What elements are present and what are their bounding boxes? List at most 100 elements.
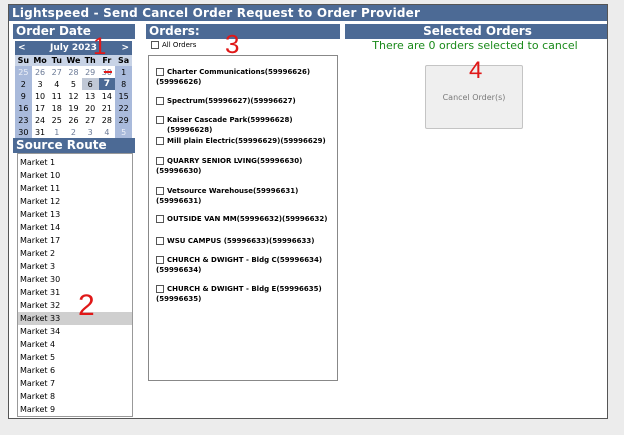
calendar-day[interactable]: 19 (65, 102, 82, 114)
calendar-day[interactable]: 27 (48, 66, 66, 78)
annotation-2: 2 (78, 289, 95, 322)
calendar-day[interactable]: 4 (98, 126, 116, 138)
order-item[interactable]: CHURCH & DWIGHT - Bldg C(59996634) (59996… (149, 255, 322, 275)
route-list-item[interactable]: Market 9 (18, 403, 132, 416)
calendar-day[interactable]: 1 (48, 126, 66, 138)
prev-month-button[interactable]: < (18, 41, 26, 55)
all-orders-option[interactable]: All Orders (151, 41, 196, 49)
calendar-day[interactable]: 24 (31, 114, 49, 126)
order-label: Mill plain Electric(59996629)(59996629) (167, 136, 326, 146)
order-item[interactable]: WSU CAMPUS (59996633)(59996633) (149, 236, 314, 246)
calendar-day[interactable]: 31 (31, 126, 49, 138)
order-label: CHURCH & DWIGHT - Bldg E(59996635) (59996… (156, 284, 322, 304)
route-list-item[interactable]: Market 5 (18, 351, 132, 364)
calendar-day[interactable]: 12 (65, 90, 82, 102)
order-item[interactable]: Spectrum(59996627)(59996627) (149, 96, 296, 106)
calendar-day[interactable]: 28 (98, 114, 116, 126)
all-orders-label: All Orders (162, 41, 197, 49)
order-item[interactable]: Vetsource Warehouse(59996631) (59996631) (149, 186, 298, 206)
calendar-day[interactable]: 28 (65, 66, 82, 78)
order-checkbox[interactable] (156, 215, 164, 223)
route-list-item[interactable]: Market 7 (18, 377, 132, 390)
order-label-line1: Mill plain Electric(59996629)(59996629) (167, 137, 326, 145)
calendar-day[interactable]: 14 (98, 90, 116, 102)
calendar-day[interactable]: 25 (48, 114, 66, 126)
calendar-day[interactable]: 1 (115, 66, 132, 78)
all-orders-checkbox[interactable] (151, 41, 159, 49)
calendar-day[interactable]: 9 (15, 90, 32, 102)
route-list-item[interactable]: Market 13 (18, 208, 132, 221)
calendar-day[interactable]: 4 (48, 78, 66, 90)
route-list-item[interactable]: Market 31 (18, 286, 132, 299)
calendar-day[interactable]: 6 (81, 78, 99, 90)
order-item[interactable]: Mill plain Electric(59996629)(59996629) (149, 136, 326, 146)
calendar-day[interactable]: 23 (15, 114, 32, 126)
route-list-item[interactable]: Market 1 (18, 156, 132, 169)
calendar-day[interactable]: 30 (15, 126, 32, 138)
order-checkbox[interactable] (156, 68, 164, 76)
calendar-day[interactable]: 21 (98, 102, 116, 114)
calendar-day[interactable]: 2 (15, 78, 32, 90)
weekday-header: We (65, 55, 82, 66)
calendar-day[interactable]: 18 (48, 102, 66, 114)
order-item[interactable]: QUARRY SENIOR LVING(59996630) (59996630) (149, 156, 302, 176)
calendar-day[interactable]: 20 (81, 102, 99, 114)
route-list-item[interactable]: Market 17 (18, 234, 132, 247)
route-list-item[interactable]: Market 10 (18, 169, 132, 182)
order-checkbox[interactable] (156, 285, 164, 293)
route-list-item[interactable]: Market 14 (18, 221, 132, 234)
route-list-item[interactable]: Market 3 (18, 260, 132, 273)
source-route-list[interactable]: Market 1 Market 10 Market 11 Market 12 Marke… (17, 153, 133, 417)
calendar-day[interactable]: 3 (31, 78, 49, 90)
calendar-day[interactable]: 8 (115, 78, 132, 90)
order-label-line2: (59996634) (156, 266, 202, 274)
calendar-day[interactable]: 15 (115, 90, 132, 102)
calendar-day[interactable]: 10 (31, 90, 49, 102)
route-list-item[interactable]: Market 8 (18, 390, 132, 403)
route-list-item[interactable]: Market 12 (18, 195, 132, 208)
order-label-line1: Charter Communications(59996626) (167, 68, 311, 76)
order-label-line2: (59996630) (156, 167, 202, 175)
calendar-day[interactable]: 17 (31, 102, 49, 114)
calendar-day[interactable]: 5 (65, 78, 82, 90)
calendar-day[interactable]: 29 (115, 114, 132, 126)
route-list-item[interactable]: Market 30 (18, 273, 132, 286)
order-item[interactable]: Kaiser Cascade Park(59996628)(59996628) (149, 115, 337, 135)
orders-list: Charter Communications(59996626) (5999662… (148, 55, 338, 381)
route-list-item[interactable]: Market 11 (18, 182, 132, 195)
order-item[interactable]: Charter Communications(59996626) (5999662… (149, 67, 310, 87)
order-date-calendar: < July 2023 > SuMoTuWeThFrSa 25262728293… (15, 41, 132, 138)
calendar-day-selected[interactable]: 7 (98, 78, 116, 90)
order-checkbox[interactable] (156, 137, 164, 145)
order-date-header: Order Date (13, 24, 135, 39)
calendar-day[interactable]: 26 (31, 66, 49, 78)
order-checkbox[interactable] (156, 237, 164, 245)
route-list-item[interactable]: Market 34 (18, 325, 132, 338)
calendar-day[interactable]: 11 (48, 90, 66, 102)
calendar-day[interactable]: 13 (81, 90, 99, 102)
route-list-item[interactable]: Market 32 (18, 299, 132, 312)
route-list-item[interactable]: Market 33 (18, 312, 132, 325)
calendar-day[interactable]: 26 (65, 114, 82, 126)
order-checkbox[interactable] (156, 187, 164, 195)
calendar-day[interactable]: 5 (115, 126, 132, 138)
order-item[interactable]: OUTSIDE VAN MM(59996632)(59996632) (149, 214, 327, 224)
order-item[interactable]: CHURCH & DWIGHT - Bldg E(59996635) (59996… (149, 284, 322, 304)
order-label-line1: Spectrum(59996627)(59996627) (167, 97, 296, 105)
calendar-day[interactable]: 29 (81, 66, 99, 78)
calendar-day[interactable]: 2 (65, 126, 82, 138)
next-month-button[interactable]: > (121, 41, 129, 55)
route-list-item[interactable]: Market 2 (18, 247, 132, 260)
order-checkbox[interactable] (156, 157, 164, 165)
calendar-day[interactable]: 22 (115, 102, 132, 114)
order-checkbox[interactable] (156, 97, 164, 105)
calendar-day[interactable]: 25 (15, 66, 32, 78)
calendar-day[interactable]: 16 (15, 102, 32, 114)
order-checkbox[interactable] (156, 256, 164, 264)
order-checkbox[interactable] (156, 116, 164, 124)
order-label: Spectrum(59996627)(59996627) (167, 96, 296, 106)
calendar-day[interactable]: 3 (81, 126, 99, 138)
route-list-item[interactable]: Market 6 (18, 364, 132, 377)
route-list-item[interactable]: Market 4 (18, 338, 132, 351)
calendar-day[interactable]: 27 (81, 114, 99, 126)
